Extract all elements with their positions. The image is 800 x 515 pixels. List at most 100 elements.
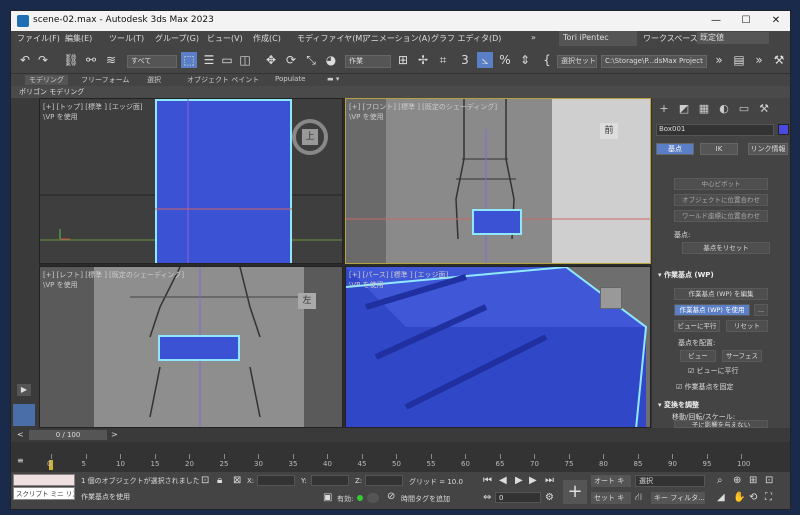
menu-modifiers[interactable]: モディファイヤ(M) bbox=[297, 33, 365, 44]
adjust-transform-rollout[interactable]: ▾ 変換を調整 bbox=[658, 400, 699, 410]
menu-graph-editors[interactable]: グラフ エディタ(D) bbox=[431, 33, 501, 44]
zoom-icon[interactable]: ⌕ bbox=[717, 475, 723, 486]
hierarchy-tab-icon[interactable]: ▦ bbox=[696, 102, 712, 118]
time-slider[interactable]: 0 / 100 bbox=[29, 430, 107, 440]
close-button[interactable]: ✕ bbox=[766, 13, 786, 29]
selection-filter-dropdown[interactable]: すべて bbox=[127, 55, 177, 68]
key-selection-dropdown[interactable]: 選択 bbox=[635, 475, 705, 487]
enabled-toggle[interactable] bbox=[367, 493, 379, 503]
tab-ik[interactable]: IK bbox=[700, 143, 738, 155]
current-frame-field[interactable]: 0 bbox=[495, 492, 541, 503]
align-to-world-button[interactable]: ワールド座標に位置合わせ bbox=[674, 210, 768, 222]
time-config-icon[interactable]: ⚙ bbox=[545, 492, 554, 503]
tab-modeling[interactable]: モデリング bbox=[25, 75, 68, 85]
angle-snap-icon[interactable]: ⦣ bbox=[477, 52, 493, 68]
workspace-dropdown[interactable]: 既定値 bbox=[697, 32, 769, 44]
center-pivot-button[interactable]: 中心ピボット bbox=[674, 178, 768, 190]
tab-link-info[interactable]: リンク情報 bbox=[748, 143, 788, 155]
orbit-icon[interactable]: ⟲ bbox=[749, 492, 757, 503]
viewport-persp-label[interactable]: [+] [パース] [標準 ] [エッジ面] bbox=[349, 270, 448, 280]
play-icon[interactable]: ▶ bbox=[17, 384, 31, 396]
named-selection-sets[interactable]: 選択セット bbox=[557, 55, 597, 68]
object-name-field[interactable]: Box001 bbox=[656, 124, 774, 136]
viewport-front-label[interactable]: [+] [フロント] [標準 ] [既定のシェーディング] bbox=[349, 102, 497, 112]
viewcube-top[interactable]: 上 bbox=[302, 129, 318, 145]
ribbon-options-icon[interactable]: ▬ ▾ bbox=[327, 75, 339, 83]
undo-icon[interactable]: ↶ bbox=[17, 52, 33, 68]
pivot-center-icon[interactable]: ⊞ bbox=[395, 52, 411, 68]
key-mode-icon[interactable]: ⇔ bbox=[483, 492, 491, 503]
place-view-button[interactable]: ビュー bbox=[680, 350, 716, 362]
isolate-icon[interactable]: ⊡ bbox=[201, 475, 209, 486]
go-to-start-icon[interactable]: ⏮ bbox=[483, 475, 492, 486]
rect-selection-icon[interactable]: ▭ bbox=[219, 52, 235, 68]
project-path-dropdown[interactable]: C:\Storage\P...dsMax Project bbox=[601, 55, 707, 68]
motion-tab-icon[interactable]: ◐ bbox=[716, 102, 732, 118]
y-coord-field[interactable] bbox=[311, 475, 349, 486]
lock-selection-icon[interactable]: 🔒︎ bbox=[217, 475, 222, 486]
viewcube-front[interactable]: 前 bbox=[600, 123, 618, 139]
time-prev-icon[interactable]: < bbox=[17, 430, 24, 439]
tab-pivot[interactable]: 基点 bbox=[656, 143, 694, 155]
x-coord-field[interactable] bbox=[257, 475, 295, 486]
tab-populate[interactable]: Populate bbox=[275, 75, 305, 83]
viewcube-left[interactable]: 左 bbox=[298, 293, 316, 309]
maxscript-listener-top[interactable] bbox=[13, 474, 75, 486]
scale-icon[interactable]: ⤡ bbox=[303, 52, 319, 68]
wrench-icon[interactable]: ⚒ bbox=[771, 52, 787, 68]
tab-selection[interactable]: 選択 bbox=[147, 75, 161, 85]
set-key-icon[interactable]: + bbox=[563, 480, 587, 504]
menu-more[interactable]: » bbox=[531, 33, 536, 42]
menu-tools[interactable]: ツール(T) bbox=[109, 33, 144, 44]
menu-file[interactable]: ファイル(F) bbox=[17, 33, 60, 44]
viewport-left-label[interactable]: [+] [レフト] [標準 ] [既定のシェーディング] bbox=[43, 270, 184, 280]
working-pivot-rollout[interactable]: ▾ 作業基点 (WP) bbox=[658, 270, 714, 280]
polygon-modeling-label[interactable]: ポリゴン モデリング bbox=[19, 87, 84, 97]
viewport-perspective[interactable]: [+] [パース] [標準 ] [エッジ面] \VP を使用 bbox=[345, 266, 651, 428]
link-icon[interactable]: ⛓ bbox=[63, 52, 79, 68]
align-to-object-button[interactable]: オブジェクトに位置合わせ bbox=[674, 194, 768, 206]
lock-working-pivot-checkbox[interactable]: ☑ 作業基点を固定 bbox=[676, 382, 734, 392]
affect-pivot-only-button[interactable]: 子に影響を与えない bbox=[674, 420, 768, 428]
tab-freeform[interactable]: フリーフォーム bbox=[81, 75, 129, 85]
add-time-tag[interactable]: 時間タグを追加 bbox=[401, 494, 450, 504]
key-filters-button[interactable]: キー フィルタ... bbox=[651, 492, 705, 504]
time-next-icon[interactable]: > bbox=[111, 430, 118, 439]
use-working-pivot-button[interactable]: 作業基点 (WP) を使用 bbox=[674, 304, 750, 316]
select-manipulate-icon[interactable]: ✢ bbox=[415, 52, 431, 68]
track-key-icon[interactable]: ≡ bbox=[17, 456, 27, 466]
edit-named-selection-icon[interactable]: { bbox=[539, 52, 555, 68]
edit-working-pivot-button[interactable]: 作業基点 (WP) を編集 bbox=[674, 288, 768, 300]
maximize-viewport-icon[interactable]: ⛶ bbox=[765, 492, 772, 503]
adaptive-degradation-icon[interactable]: ▣ bbox=[323, 492, 332, 503]
z-coord-field[interactable] bbox=[365, 475, 403, 486]
viewport-top-label[interactable]: [+] [トップ] [標準 ] [エッジ面] bbox=[43, 102, 143, 112]
snap-toggle-icon[interactable]: 3 bbox=[457, 52, 473, 68]
maxscript-listener[interactable]: スクリプト ミニ リス bbox=[13, 487, 75, 500]
set-key-button[interactable]: セット キー bbox=[591, 492, 631, 509]
bind-spacewarp-icon[interactable]: ≋ bbox=[103, 52, 119, 68]
play-animation-icon[interactable]: ▶ bbox=[515, 475, 523, 486]
viewport-layout-icon[interactable] bbox=[13, 404, 35, 426]
redo-icon[interactable]: ↷ bbox=[35, 52, 51, 68]
minimize-button[interactable]: — bbox=[706, 13, 726, 29]
menu-create[interactable]: 作成(C) bbox=[253, 33, 281, 44]
object-color-swatch[interactable] bbox=[778, 124, 789, 135]
prev-frame-icon[interactable]: ◀ bbox=[499, 475, 507, 486]
zoom-extents-all-icon[interactable]: ⊡ bbox=[765, 475, 773, 486]
reset-pivot-button[interactable]: 基点をリセット bbox=[682, 242, 770, 254]
viewport-left[interactable]: 左 [+] [レフト] [標準 ] [既定のシェーディング] \VP を使用 bbox=[39, 266, 343, 428]
move-icon[interactable]: ✥ bbox=[263, 52, 279, 68]
go-to-end-icon[interactable]: ⏭ bbox=[545, 475, 554, 486]
menu-animation[interactable]: アニメーション(A) bbox=[363, 33, 430, 44]
zoom-extents-icon[interactable]: ⊞ bbox=[749, 475, 757, 486]
box-front-view[interactable] bbox=[472, 209, 522, 235]
spinner-snap-icon[interactable]: ⇕ bbox=[517, 52, 533, 68]
reference-coord-dropdown[interactable]: 作業 bbox=[345, 55, 391, 68]
box-left-view[interactable] bbox=[158, 335, 240, 361]
user-account-button[interactable]: Tori iPentec bbox=[559, 31, 637, 46]
enabled-indicator[interactable] bbox=[357, 495, 363, 501]
align-to-view-checkbox[interactable]: ☑ ビューに平行 bbox=[688, 366, 739, 376]
key-filter-icon[interactable]: ⛙ bbox=[635, 492, 642, 505]
place-icon[interactable]: ◕ bbox=[323, 52, 339, 68]
